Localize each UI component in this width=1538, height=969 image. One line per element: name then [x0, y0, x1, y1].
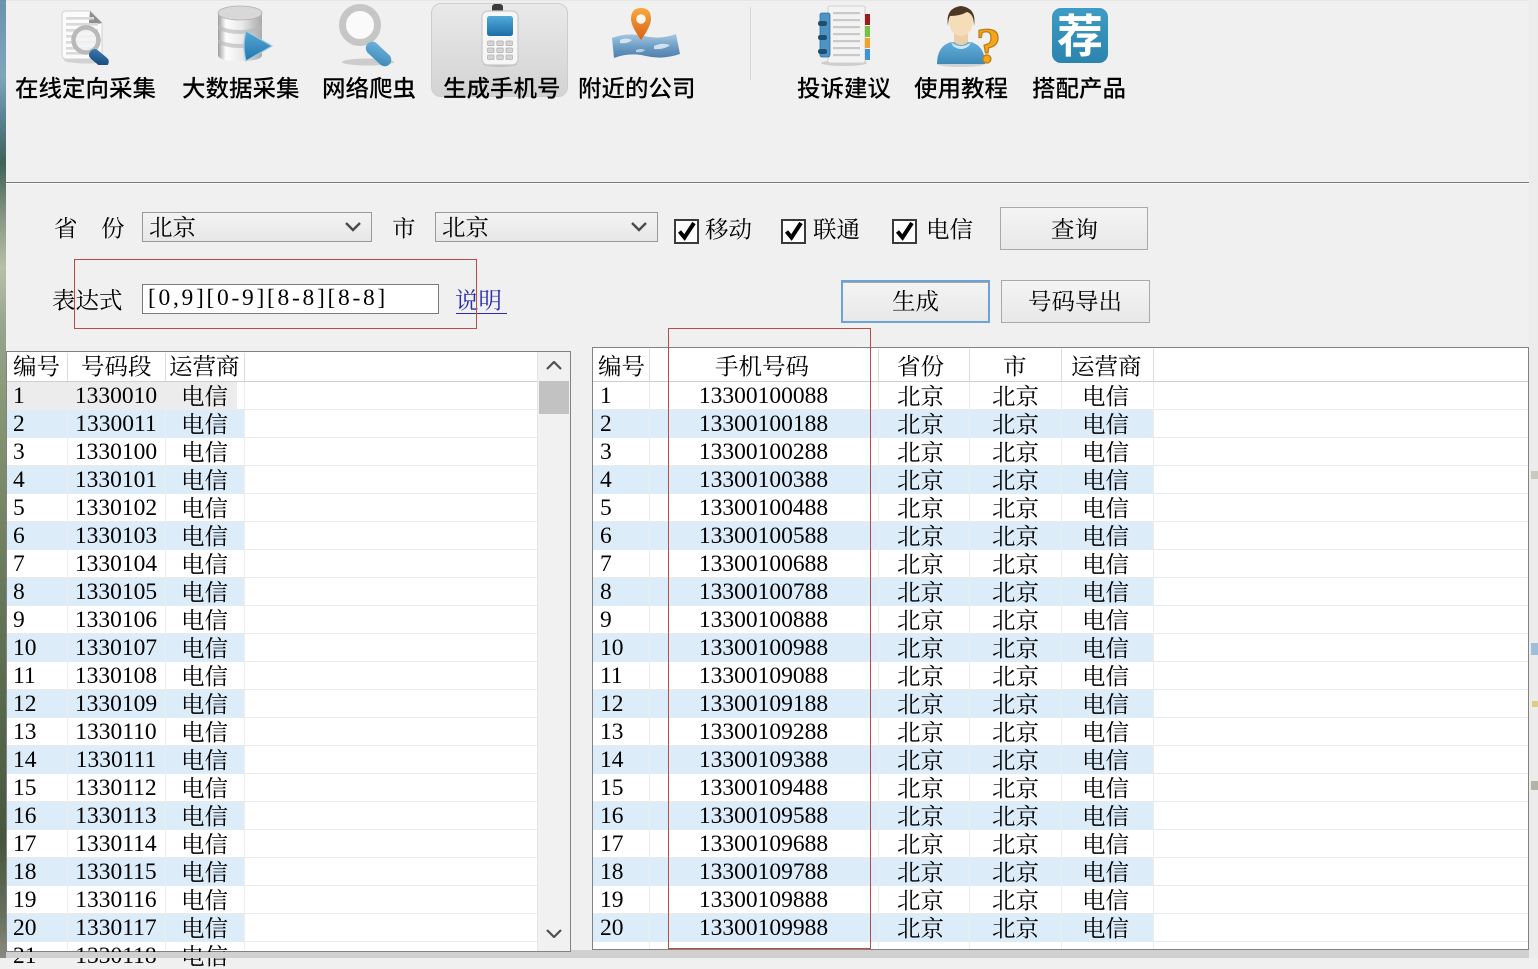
svg-text:?: ?: [976, 17, 1001, 68]
